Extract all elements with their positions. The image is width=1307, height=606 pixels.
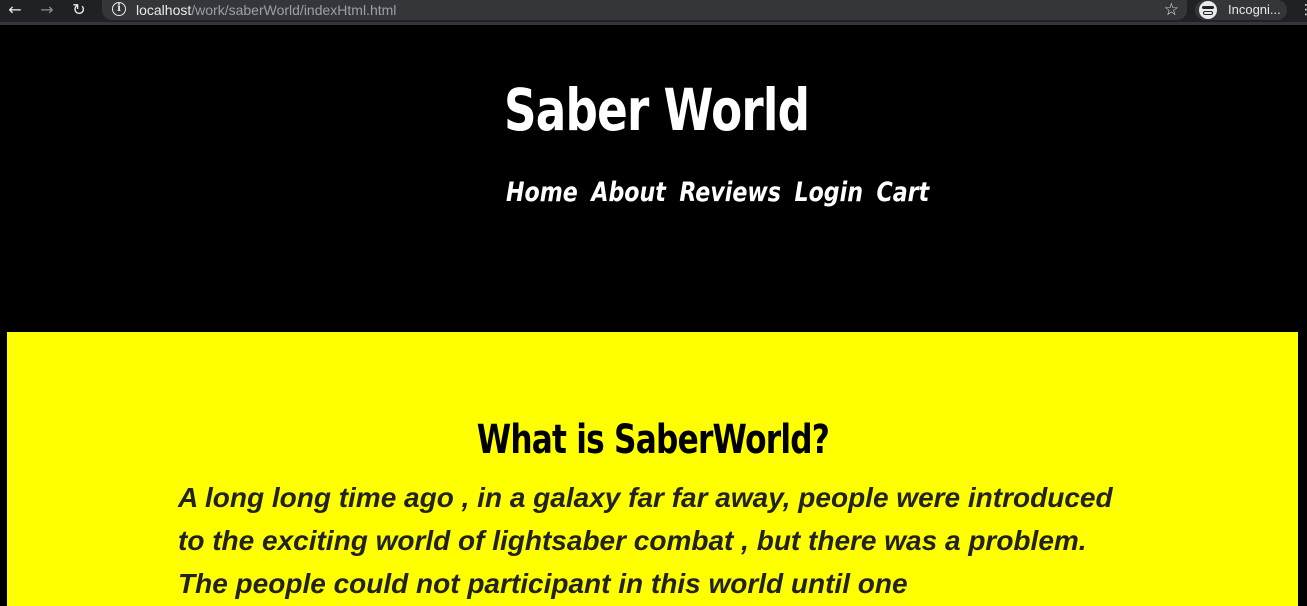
- nav-link-cart[interactable]: Cart: [876, 173, 929, 213]
- nav-link-home[interactable]: Home: [506, 173, 578, 213]
- incognito-icon: [1199, 1, 1217, 19]
- browser-menu-icon[interactable]: ⋮: [1299, 0, 1307, 22]
- site-info-icon[interactable]: i: [112, 2, 126, 16]
- nav-link-login[interactable]: Login: [794, 173, 863, 213]
- section-heading-text: What is SaberWorld?: [476, 417, 829, 463]
- site-title: Saber World: [504, 76, 810, 144]
- about-section: What is SaberWorld? A long long time ago…: [7, 332, 1298, 606]
- section-heading: What is SaberWorld?: [7, 412, 1298, 468]
- main-nav: Home About Reviews Login Cart: [506, 173, 939, 213]
- browser-toolbar: ← → ↻ i localhost/work/saberWorld/indexH…: [0, 0, 1307, 25]
- section-body-text: A long long time ago , in a galaxy far f…: [178, 482, 1113, 599]
- url-path: /work/saberWorld/indexHtml.html: [191, 2, 397, 18]
- url-text[interactable]: localhost/work/saberWorld/indexHtml.html: [136, 1, 396, 19]
- bookmark-star-icon[interactable]: ☆: [1164, 0, 1179, 20]
- site-header: Saber World Home About Reviews Login Car…: [0, 25, 1307, 332]
- reload-icon[interactable]: ↻: [68, 0, 90, 22]
- url-host: localhost: [136, 2, 192, 18]
- back-arrow-icon[interactable]: ←: [4, 0, 26, 22]
- incognito-label: Incogni...: [1228, 2, 1281, 17]
- incognito-profile-button[interactable]: Incogni...: [1195, 0, 1287, 20]
- forward-arrow-icon[interactable]: →: [36, 0, 58, 22]
- address-bar[interactable]: i localhost/work/saberWorld/indexHtml.ht…: [102, 0, 1187, 20]
- nav-link-about[interactable]: About: [591, 173, 666, 213]
- nav-link-reviews[interactable]: Reviews: [679, 173, 781, 213]
